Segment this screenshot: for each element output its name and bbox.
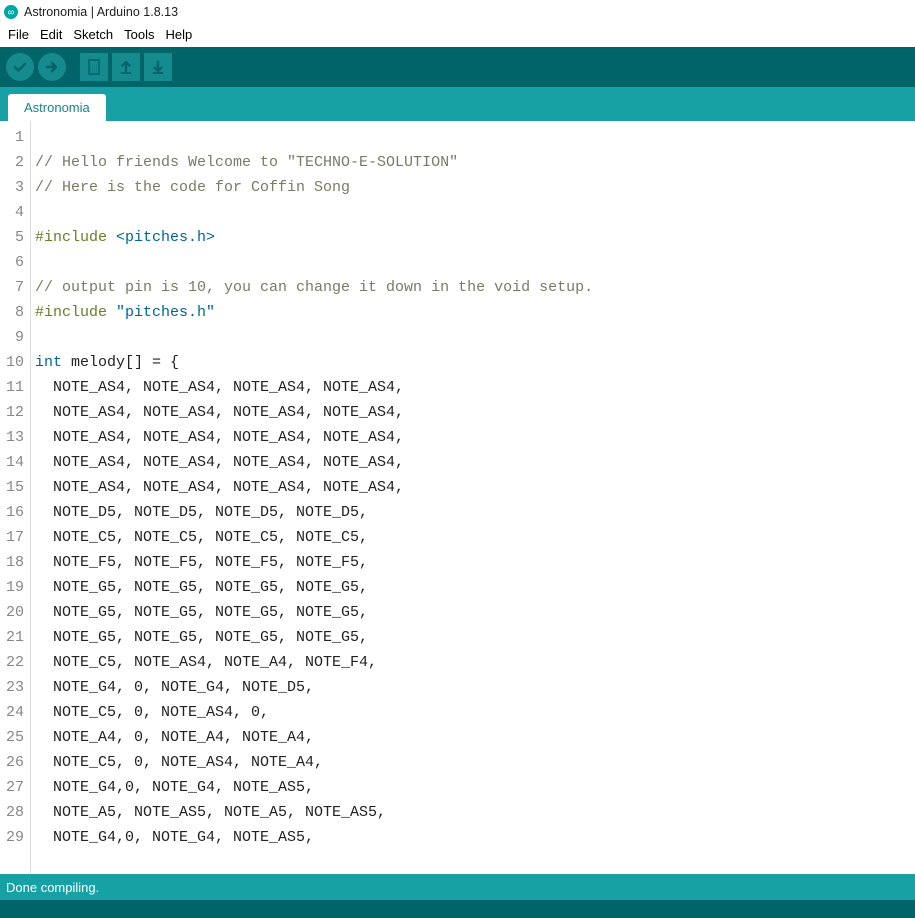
line-number: 6 xyxy=(0,250,24,275)
menu-help[interactable]: Help xyxy=(161,26,196,43)
code-line[interactable]: #include "pitches.h" xyxy=(35,300,915,325)
code-line[interactable]: NOTE_C5, NOTE_AS4, NOTE_A4, NOTE_F4, xyxy=(35,650,915,675)
arrow-up-icon xyxy=(118,58,134,76)
code-line[interactable]: NOTE_G5, NOTE_G5, NOTE_G5, NOTE_G5, xyxy=(35,575,915,600)
code-line[interactable]: NOTE_F5, NOTE_F5, NOTE_F5, NOTE_F5, xyxy=(35,550,915,575)
code-line[interactable] xyxy=(35,200,915,225)
code-line[interactable]: NOTE_AS4, NOTE_AS4, NOTE_AS4, NOTE_AS4, xyxy=(35,475,915,500)
line-number: 16 xyxy=(0,500,24,525)
status-text: Done compiling. xyxy=(6,880,99,895)
code-line[interactable]: #include <pitches.h> xyxy=(35,225,915,250)
code-line[interactable]: NOTE_AS4, NOTE_AS4, NOTE_AS4, NOTE_AS4, xyxy=(35,450,915,475)
verify-button[interactable] xyxy=(6,53,34,81)
line-number: 13 xyxy=(0,425,24,450)
new-sketch-button[interactable] xyxy=(80,53,108,81)
line-number: 10 xyxy=(0,350,24,375)
line-number: 2 xyxy=(0,150,24,175)
menu-sketch[interactable]: Sketch xyxy=(69,26,117,43)
menubar: File Edit Sketch Tools Help xyxy=(0,24,915,47)
line-number: 29 xyxy=(0,825,24,850)
code-line[interactable]: NOTE_G4, 0, NOTE_G4, NOTE_D5, xyxy=(35,675,915,700)
window-title: Astronomia | Arduino 1.8.13 xyxy=(24,5,178,19)
new-file-icon xyxy=(86,58,102,76)
line-gutter: 1234567891011121314151617181920212223242… xyxy=(0,121,30,874)
code-line[interactable]: NOTE_G5, NOTE_G5, NOTE_G5, NOTE_G5, xyxy=(35,625,915,650)
line-number: 3 xyxy=(0,175,24,200)
menu-tools[interactable]: Tools xyxy=(120,26,158,43)
arrow-down-icon xyxy=(150,58,166,76)
code-line[interactable]: NOTE_G4,0, NOTE_G4, NOTE_AS5, xyxy=(35,775,915,800)
code-line[interactable]: // Hello friends Welcome to "TECHNO-E-SO… xyxy=(35,150,915,175)
line-number: 1 xyxy=(0,125,24,150)
line-number: 28 xyxy=(0,800,24,825)
console-area xyxy=(0,900,915,918)
code-line[interactable]: // Here is the code for Coffin Song xyxy=(35,175,915,200)
code-editor[interactable]: 1234567891011121314151617181920212223242… xyxy=(0,121,915,874)
code-line[interactable]: NOTE_C5, 0, NOTE_AS4, 0, xyxy=(35,700,915,725)
save-sketch-button[interactable] xyxy=(144,53,172,81)
status-bar: Done compiling. xyxy=(0,874,915,900)
line-number: 8 xyxy=(0,300,24,325)
line-number: 9 xyxy=(0,325,24,350)
code-line[interactable] xyxy=(35,125,915,150)
tab-strip: Astronomia xyxy=(0,87,915,121)
line-number: 14 xyxy=(0,450,24,475)
line-number: 4 xyxy=(0,200,24,225)
line-number: 22 xyxy=(0,650,24,675)
line-number: 24 xyxy=(0,700,24,725)
code-line[interactable]: NOTE_D5, NOTE_D5, NOTE_D5, NOTE_D5, xyxy=(35,500,915,525)
line-number: 5 xyxy=(0,225,24,250)
line-number: 27 xyxy=(0,775,24,800)
line-number: 25 xyxy=(0,725,24,750)
upload-button[interactable] xyxy=(38,53,66,81)
code-line[interactable]: // output pin is 10, you can change it d… xyxy=(35,275,915,300)
code-line[interactable]: NOTE_A5, NOTE_AS5, NOTE_A5, NOTE_AS5, xyxy=(35,800,915,825)
arrow-right-icon xyxy=(44,59,60,75)
line-number: 15 xyxy=(0,475,24,500)
code-line[interactable]: NOTE_G5, NOTE_G5, NOTE_G5, NOTE_G5, xyxy=(35,600,915,625)
code-line[interactable]: NOTE_A4, 0, NOTE_A4, NOTE_A4, xyxy=(35,725,915,750)
line-number: 17 xyxy=(0,525,24,550)
check-icon xyxy=(12,59,28,75)
code-line[interactable]: int melody[] = { xyxy=(35,350,915,375)
code-line[interactable]: NOTE_AS4, NOTE_AS4, NOTE_AS4, NOTE_AS4, xyxy=(35,400,915,425)
code-line[interactable]: NOTE_AS4, NOTE_AS4, NOTE_AS4, NOTE_AS4, xyxy=(35,425,915,450)
titlebar: Astronomia | Arduino 1.8.13 xyxy=(0,0,915,24)
tab-astronomia[interactable]: Astronomia xyxy=(8,94,106,121)
arduino-app-icon xyxy=(4,5,18,19)
code-area[interactable]: // Hello friends Welcome to "TECHNO-E-SO… xyxy=(30,121,915,874)
code-line[interactable] xyxy=(35,325,915,350)
line-number: 7 xyxy=(0,275,24,300)
code-line[interactable] xyxy=(35,250,915,275)
toolbar xyxy=(0,47,915,87)
line-number: 11 xyxy=(0,375,24,400)
line-number: 23 xyxy=(0,675,24,700)
line-number: 21 xyxy=(0,625,24,650)
code-line[interactable]: NOTE_C5, NOTE_C5, NOTE_C5, NOTE_C5, xyxy=(35,525,915,550)
code-line[interactable]: NOTE_G4,0, NOTE_G4, NOTE_AS5, xyxy=(35,825,915,850)
line-number: 19 xyxy=(0,575,24,600)
line-number: 18 xyxy=(0,550,24,575)
line-number: 12 xyxy=(0,400,24,425)
code-line[interactable]: NOTE_AS4, NOTE_AS4, NOTE_AS4, NOTE_AS4, xyxy=(35,375,915,400)
line-number: 26 xyxy=(0,750,24,775)
code-line[interactable]: NOTE_C5, 0, NOTE_AS4, NOTE_A4, xyxy=(35,750,915,775)
line-number: 20 xyxy=(0,600,24,625)
menu-edit[interactable]: Edit xyxy=(36,26,66,43)
menu-file[interactable]: File xyxy=(4,26,33,43)
open-sketch-button[interactable] xyxy=(112,53,140,81)
